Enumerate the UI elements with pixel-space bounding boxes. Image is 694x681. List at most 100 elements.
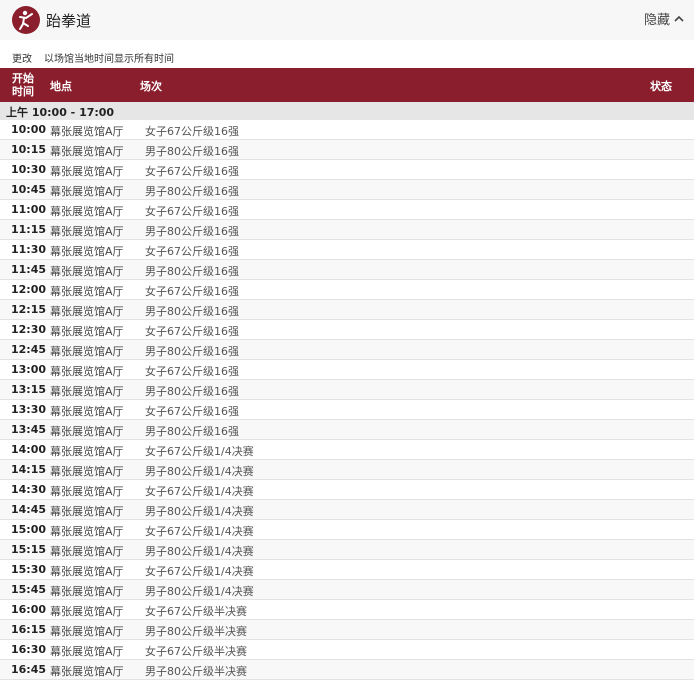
row-event: 男子80公斤级16强: [145, 425, 239, 438]
row-venue: 幕张展览馆A厅: [50, 165, 124, 178]
row-event: 女子67公斤级1/4决赛: [145, 525, 254, 538]
table-row: 16:00 幕张展览馆A厅 女子67公斤级半决赛: [0, 600, 694, 620]
row-time: 12:15: [11, 303, 47, 316]
row-venue: 幕张展览馆A厅: [50, 665, 124, 678]
row-time: 11:30: [11, 243, 47, 256]
row-time: 16:00: [11, 603, 47, 616]
row-time: 14:45: [11, 503, 47, 516]
row-venue: 幕张展览馆A厅: [50, 485, 124, 498]
row-time: 10:15: [11, 143, 47, 156]
table-row: 14:45 幕张展览馆A厅 男子80公斤级1/4决赛: [0, 500, 694, 520]
table-row: 12:00 幕张展览馆A厅 女子67公斤级16强: [0, 280, 694, 300]
column-header-status: 状态: [650, 80, 672, 93]
row-event: 女子67公斤级16强: [145, 245, 239, 258]
row-venue: 幕张展览馆A厅: [50, 645, 124, 658]
row-time: 14:00: [11, 443, 47, 456]
row-venue: 幕张展览馆A厅: [50, 345, 124, 358]
row-venue: 幕张展览馆A厅: [50, 365, 124, 378]
change-timezone-link[interactable]: 更改: [12, 50, 32, 65]
schedule-rows: 10:00 幕张展览馆A厅 女子67公斤级16强 10:15 幕张展览馆A厅 男子80公斤…: [0, 120, 694, 680]
table-row: 13:30 幕张展览馆A厅 女子67公斤级16强: [0, 400, 694, 420]
row-venue: 幕张展览馆A厅: [50, 285, 124, 298]
table-row: 11:30 幕张展览馆A厅 女子67公斤级16强: [0, 240, 694, 260]
row-time: 14:15: [11, 463, 47, 476]
row-event: 女子67公斤级1/4决赛: [145, 565, 254, 578]
schedule-page: 跆拳道 隐藏 更改 以场馆当地时间显示所有时间 开始时间 地点 场次 状态 上午…: [0, 0, 694, 681]
table-row: 11:45 幕张展览馆A厅 男子80公斤级16强: [0, 260, 694, 280]
row-time: 13:30: [11, 403, 47, 416]
table-row: 12:45 幕张展览馆A厅 男子80公斤级16强: [0, 340, 694, 360]
table-row: 16:30 幕张展览馆A厅 女子67公斤级半决赛: [0, 640, 694, 660]
table-row: 14:30 幕张展览馆A厅 女子67公斤级1/4决赛: [0, 480, 694, 500]
table-row: 13:15 幕张展览馆A厅 男子80公斤级16强: [0, 380, 694, 400]
row-time: 13:15: [11, 383, 47, 396]
row-event: 男子80公斤级1/4决赛: [145, 465, 254, 478]
hide-toggle-label: 隐藏: [643, 13, 670, 28]
row-event: 女子67公斤级16强: [145, 285, 239, 298]
row-venue: 幕张展览馆A厅: [50, 405, 124, 418]
table-row: 13:00 幕张展览馆A厅 女子67公斤级16强: [0, 360, 694, 380]
table-row: 10:30 幕张展览馆A厅 女子67公斤级16强: [0, 160, 694, 180]
row-time: 11:45: [11, 263, 47, 276]
table-row: 15:30 幕张展览馆A厅 女子67公斤级1/4决赛: [0, 560, 694, 580]
row-event: 男子80公斤级16强: [145, 305, 239, 318]
row-event: 男子80公斤级半决赛: [145, 625, 247, 638]
row-time: 10:30: [11, 163, 47, 176]
row-time: 11:00: [11, 203, 47, 216]
row-venue: 幕张展览馆A厅: [50, 145, 124, 158]
row-event: 女子67公斤级16强: [145, 125, 239, 138]
row-venue: 幕张展览馆A厅: [50, 245, 124, 258]
column-header-event: 场次: [140, 80, 162, 93]
row-venue: 幕张展览馆A厅: [50, 605, 124, 618]
row-event: 男子80公斤级16强: [145, 385, 239, 398]
row-time: 10:00: [11, 123, 47, 136]
row-event: 女子67公斤级16强: [145, 205, 239, 218]
row-event: 男子80公斤级半决赛: [145, 665, 247, 678]
session-label: 上午 10:00 - 17:00: [6, 106, 115, 119]
row-time: 15:00: [11, 523, 47, 536]
table-row: 12:30 幕张展览馆A厅 女子67公斤级16强: [0, 320, 694, 340]
row-venue: 幕张展览馆A厅: [50, 185, 124, 198]
table-row: 12:15 幕张展览馆A厅 男子80公斤级16强: [0, 300, 694, 320]
row-time: 10:45: [11, 183, 47, 196]
row-venue: 幕张展览馆A厅: [50, 545, 124, 558]
row-venue: 幕张展览馆A厅: [50, 305, 124, 318]
row-venue: 幕张展览馆A厅: [50, 465, 124, 478]
row-time: 12:30: [11, 323, 47, 336]
row-venue: 幕张展览馆A厅: [50, 525, 124, 538]
table-row: 11:00 幕张展览馆A厅 女子67公斤级16强: [0, 200, 694, 220]
row-event: 男子80公斤级1/4决赛: [145, 545, 254, 558]
row-time: 12:00: [11, 283, 47, 296]
row-event: 男子80公斤级16强: [145, 145, 239, 158]
row-time: 13:45: [11, 423, 47, 436]
row-venue: 幕张展览馆A厅: [50, 565, 124, 578]
row-venue: 幕张展览馆A厅: [50, 125, 124, 138]
row-time: 15:45: [11, 583, 47, 596]
row-time: 14:30: [11, 483, 47, 496]
row-event: 女子67公斤级16强: [145, 405, 239, 418]
row-time: 13:00: [11, 363, 47, 376]
row-venue: 幕张展览馆A厅: [50, 445, 124, 458]
taekwondo-pictogram-icon: [12, 6, 40, 34]
row-venue: 幕张展览馆A厅: [50, 265, 124, 278]
row-venue: 幕张展览馆A厅: [50, 585, 124, 598]
row-event: 女子67公斤级16强: [145, 325, 239, 338]
table-row: 14:15 幕张展览馆A厅 男子80公斤级1/4决赛: [0, 460, 694, 480]
hide-toggle-button[interactable]: 隐藏: [644, 9, 684, 28]
row-time: 15:30: [11, 563, 47, 576]
row-time: 12:45: [11, 343, 47, 356]
row-time: 11:15: [11, 223, 47, 236]
row-venue: 幕张展览馆A厅: [50, 425, 124, 438]
session-row: 上午 10:00 - 17:00: [0, 102, 694, 120]
row-time: 15:15: [11, 543, 47, 556]
table-row: 16:45 幕张展览馆A厅 男子80公斤级半决赛: [0, 660, 694, 680]
row-event: 女子67公斤级16强: [145, 165, 239, 178]
table-row: 15:15 幕张展览馆A厅 男子80公斤级1/4决赛: [0, 540, 694, 560]
table-row: 16:15 幕张展览馆A厅 男子80公斤级半决赛: [0, 620, 694, 640]
table-row: 11:15 幕张展览馆A厅 男子80公斤级16强: [0, 220, 694, 240]
row-venue: 幕张展览馆A厅: [50, 325, 124, 338]
row-venue: 幕张展览馆A厅: [50, 205, 124, 218]
table-row: 14:00 幕张展览馆A厅 女子67公斤级1/4决赛: [0, 440, 694, 460]
table-row: 10:00 幕张展览馆A厅 女子67公斤级16强: [0, 120, 694, 140]
table-row: 10:45 幕张展览馆A厅 男子80公斤级16强: [0, 180, 694, 200]
